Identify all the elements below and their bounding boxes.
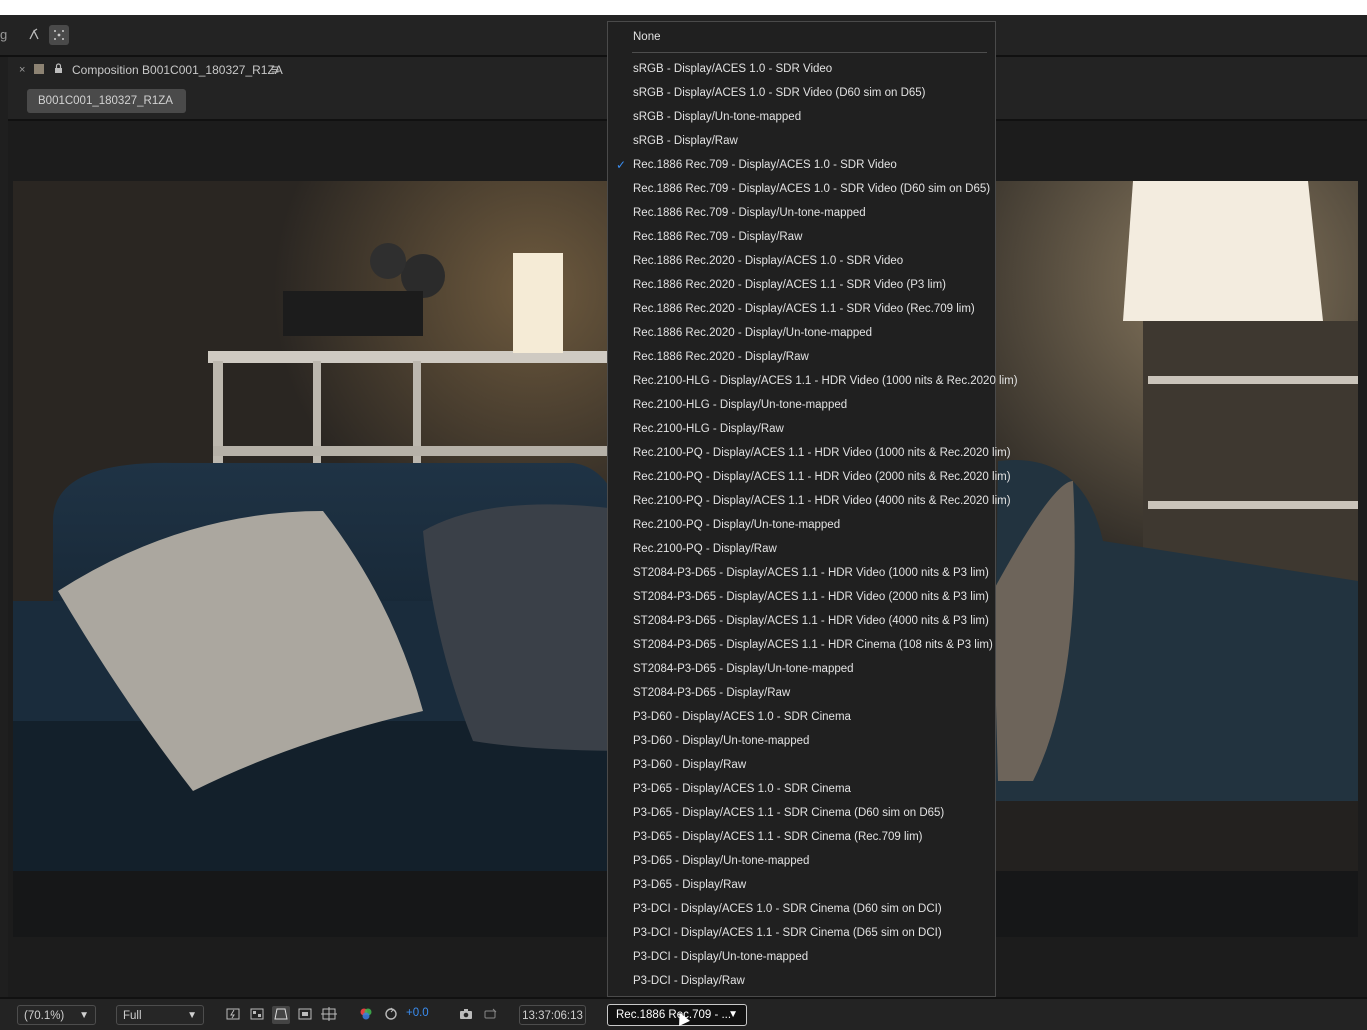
snapshot-camera-icon[interactable] <box>457 1006 475 1024</box>
menu-item[interactable]: P3-DCI - Display/Un-tone-mapped <box>633 945 993 969</box>
menu-item[interactable]: Rec.1886 Rec.2020 - Display/Un-tone-mapp… <box>633 321 993 345</box>
menu-item[interactable]: Rec.2100-PQ - Display/ACES 1.1 - HDR Vid… <box>633 441 1011 465</box>
menu-item[interactable]: Rec.2100-PQ - Display/ACES 1.1 - HDR Vid… <box>633 465 1011 489</box>
chevron-down-icon: ▼ <box>79 1010 89 1021</box>
menu-item[interactable]: P3-D60 - Display/ACES 1.0 - SDR Cinema <box>633 705 993 729</box>
menu-item[interactable]: Rec.1886 Rec.2020 - Display/ACES 1.0 - S… <box>633 249 993 273</box>
snapping-icon[interactable] <box>49 25 69 45</box>
show-snapshot-icon[interactable] <box>481 1006 499 1024</box>
lock-icon[interactable] <box>54 61 63 73</box>
menu-item[interactable]: P3-D65 - Display/ACES 1.1 - SDR Cinema (… <box>633 801 993 825</box>
menu-item[interactable]: ST2084-P3-D65 - Display/Un-tone-mapped <box>633 657 993 681</box>
menu-item[interactable]: Rec.1886 Rec.709 - Display/ACES 1.0 - SD… <box>633 177 993 201</box>
fast-previews-icon[interactable] <box>224 1006 242 1024</box>
menu-item[interactable]: ST2084-P3-D65 - Display/ACES 1.1 - HDR V… <box>633 585 993 609</box>
mask-visibility-icon[interactable] <box>272 1006 290 1024</box>
title-strip <box>0 0 1367 15</box>
menu-item[interactable]: None <box>633 25 993 49</box>
menu-item[interactable]: ST2084-P3-D65 - Display/Raw <box>633 681 993 705</box>
menu-item[interactable]: Rec.1886 Rec.2020 - Display/Raw <box>633 345 993 369</box>
magnification-value: (70.1%) <box>24 1010 65 1022</box>
menu-item[interactable]: P3-D65 - Display/ACES 1.0 - SDR Cinema <box>633 777 993 801</box>
current-time-display[interactable]: 13:37:06:13 <box>519 1005 586 1025</box>
panel-title: Composition B001C001_180327_R1ZA <box>72 63 283 77</box>
menu-item[interactable]: Rec.1886 Rec.709 - Display/Un-tone-mappe… <box>633 201 993 225</box>
channel-rgb-icon[interactable] <box>357 1006 375 1024</box>
resolution-value: Full <box>123 1010 142 1022</box>
pin-tool-icon[interactable] <box>24 25 44 45</box>
menu-item[interactable]: Rec.2100-HLG - Display/ACES 1.1 - HDR Vi… <box>633 369 1018 393</box>
menu-item[interactable]: P3-D65 - Display/Raw <box>633 873 993 897</box>
reset-exposure-icon[interactable] <box>382 1006 400 1024</box>
resolution-select[interactable]: Full ▼ <box>116 1005 204 1025</box>
toolbar-cut-label: g <box>0 27 8 42</box>
menu-item[interactable]: P3-D60 - Display/Un-tone-mapped <box>633 729 993 753</box>
exposure-value[interactable]: +0.0 <box>406 1007 429 1019</box>
menu-item[interactable]: Rec.1886 Rec.709 - Display/Raw <box>633 225 993 249</box>
menu-item[interactable]: P3-DCI - Display/ACES 1.0 - SDR Cinema (… <box>633 897 993 921</box>
menu-item[interactable]: ST2084-P3-D65 - Display/ACES 1.1 - HDR C… <box>633 633 993 657</box>
label-color-swatch[interactable] <box>34 64 44 74</box>
menu-item[interactable]: Rec.2100-PQ - Display/ACES 1.1 - HDR Vid… <box>633 489 1011 513</box>
panel-menu-icon[interactable]: ≡ <box>271 61 279 77</box>
menu-item[interactable]: Rec.2100-PQ - Display/Raw <box>633 537 993 561</box>
menu-item[interactable]: sRGB - Display/ACES 1.0 - SDR Video <box>633 57 993 81</box>
menu-item[interactable]: Rec.1886 Rec.2020 - Display/ACES 1.1 - S… <box>633 273 993 297</box>
region-of-interest-icon[interactable] <box>296 1006 314 1024</box>
close-panel-icon[interactable]: × <box>19 64 25 76</box>
magnification-select[interactable]: (70.1%) ▼ <box>17 1005 96 1025</box>
chevron-down-icon: ▼ <box>728 1009 738 1020</box>
menu-item[interactable]: Rec.2100-HLG - Display/Un-tone-mapped <box>633 393 993 417</box>
menu-item[interactable]: Rec.1886 Rec.2020 - Display/ACES 1.1 - S… <box>633 297 993 321</box>
menu-item[interactable]: P3-DCI - Display/Raw <box>633 969 993 993</box>
menu-item[interactable]: P3-D65 - Display/ACES 1.1 - SDR Cinema (… <box>633 825 993 849</box>
menu-item[interactable]: Rec.2100-HLG - Display/Raw <box>633 417 993 441</box>
menu-item[interactable]: P3-DCI - Display/ACES 1.1 - SDR Cinema (… <box>633 921 993 945</box>
transparency-grid-icon[interactable] <box>248 1006 266 1024</box>
menu-item[interactable]: sRGB - Display/Raw <box>633 129 993 153</box>
menu-item[interactable]: sRGB - Display/ACES 1.0 - SDR Video (D60… <box>633 81 993 105</box>
menu-item[interactable]: sRGB - Display/Un-tone-mapped <box>633 105 993 129</box>
menu-item[interactable]: Rec.2100-PQ - Display/Un-tone-mapped <box>633 513 993 537</box>
menu-item[interactable]: ST2084-P3-D65 - Display/ACES 1.1 - HDR V… <box>633 609 993 633</box>
menu-item[interactable]: Rec.1886 Rec.709 - Display/ACES 1.0 - SD… <box>633 153 993 177</box>
view-transform-dropdown-menu: None sRGB - Display/ACES 1.0 - SDR Video s… <box>607 21 1018 997</box>
menu-separator <box>632 52 987 53</box>
menu-item[interactable]: P3-D65 - Display/Un-tone-mapped <box>633 849 993 873</box>
grid-guides-icon[interactable] <box>320 1006 338 1024</box>
menu-item[interactable]: ST2084-P3-D65 - Display/ACES 1.1 - HDR V… <box>633 561 993 585</box>
composition-tab[interactable]: B001C001_180327_R1ZA <box>27 89 186 113</box>
chevron-down-icon: ▼ <box>187 1010 197 1021</box>
menu-item[interactable]: P3-D60 - Display/Raw <box>633 753 993 777</box>
checkmark-icon: ✓ <box>616 158 627 172</box>
